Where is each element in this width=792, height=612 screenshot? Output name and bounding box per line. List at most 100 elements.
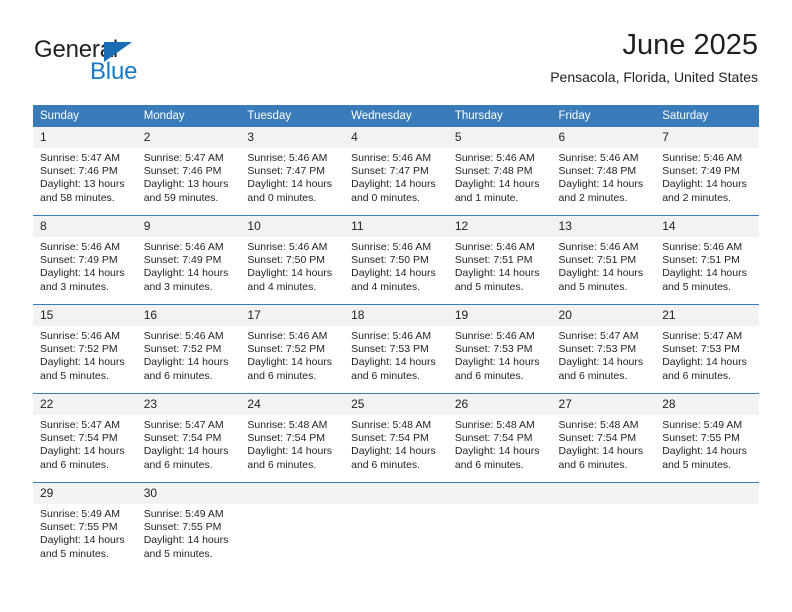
sunset-text: Sunset: 7:54 PM (40, 432, 118, 445)
weekday-header-monday: Monday (136, 105, 241, 127)
daylight-text-line1: Daylight: 14 hours (662, 267, 747, 280)
day-info: Sunrise: 5:47 AM Sunset: 7:53 PM Dayligh… (552, 326, 656, 383)
day-cell[interactable]: 14 Sunrise: 5:46 AM Sunset: 7:51 PM Dayl… (655, 215, 759, 305)
sunrise-text: Sunrise: 5:46 AM (558, 152, 639, 164)
sunset-text: Sunset: 7:49 PM (40, 254, 118, 267)
daylight-text-line2: and 5 minutes. (662, 458, 732, 471)
sunset-text: Sunset: 7:54 PM (558, 432, 637, 445)
day-cell[interactable]: 22 Sunrise: 5:47 AM Sunset: 7:54 PM Dayl… (33, 393, 137, 483)
daylight-text-line2: and 0 minutes. (351, 191, 420, 204)
day-cell[interactable]: 5 Sunrise: 5:46 AM Sunset: 7:48 PM Dayli… (447, 127, 552, 216)
day-number: 15 (33, 305, 137, 326)
day-cell[interactable]: 12 Sunrise: 5:46 AM Sunset: 7:51 PM Dayl… (447, 215, 552, 305)
daylight-text-line2: and 5 minutes. (143, 547, 213, 560)
daylight-text-line1: Daylight: 14 hours (454, 178, 540, 191)
day-info: Sunrise: 5:46 AM Sunset: 7:50 PM Dayligh… (344, 237, 448, 294)
day-cell[interactable]: 10 Sunrise: 5:46 AM Sunset: 7:50 PM Dayl… (240, 215, 345, 305)
day-number: 17 (240, 305, 345, 326)
sunset-text: Sunset: 7:47 PM (247, 165, 326, 178)
sunset-text: Sunset: 7:47 PM (351, 165, 429, 178)
day-cell[interactable]: 15 Sunrise: 5:46 AM Sunset: 7:52 PM Dayl… (33, 304, 137, 394)
day-info: Sunrise: 5:46 AM Sunset: 7:51 PM Dayligh… (552, 237, 656, 294)
day-info: Sunrise: 5:47 AM Sunset: 7:54 PM Dayligh… (33, 415, 137, 472)
daylight-text-line2: and 6 minutes. (662, 369, 732, 382)
sunset-text: Sunset: 7:54 PM (351, 432, 429, 445)
day-cell[interactable]: 21 Sunrise: 5:47 AM Sunset: 7:53 PM Dayl… (655, 304, 759, 394)
daylight-text-line1: Daylight: 14 hours (40, 267, 125, 280)
day-number: 20 (551, 305, 656, 326)
sunrise-text: Sunrise: 5:48 AM (247, 419, 328, 431)
day-info: Sunrise: 5:47 AM Sunset: 7:54 PM Dayligh… (137, 415, 241, 472)
day-cell[interactable]: 30 Sunrise: 5:49 AM Sunset: 7:55 PM Dayl… (136, 482, 241, 571)
day-number: 21 (655, 305, 759, 326)
day-number (344, 483, 448, 504)
day-cell[interactable]: 18 Sunrise: 5:46 AM Sunset: 7:53 PM Dayl… (344, 304, 448, 394)
daylight-text-line2: and 1 minute. (454, 191, 519, 204)
day-cell[interactable]: 9 Sunrise: 5:46 AM Sunset: 7:49 PM Dayli… (136, 215, 241, 305)
day-cell[interactable]: 25 Sunrise: 5:48 AM Sunset: 7:54 PM Dayl… (344, 393, 448, 483)
day-cell[interactable]: 16 Sunrise: 5:46 AM Sunset: 7:52 PM Dayl… (136, 304, 241, 394)
day-cell[interactable]: 3 Sunrise: 5:46 AM Sunset: 7:47 PM Dayli… (240, 127, 345, 216)
weekday-header-tuesday: Tuesday (240, 105, 345, 127)
daylight-text-line2: and 4 minutes. (351, 280, 420, 293)
daylight-text-line1: Daylight: 14 hours (351, 178, 436, 191)
daylight-text-line2: and 6 minutes. (558, 369, 628, 382)
page-header: General Blue June 2025 Pensacola, Florid… (0, 0, 792, 100)
sunrise-text: Sunrise: 5:46 AM (351, 241, 432, 253)
sunset-text: Sunset: 7:53 PM (662, 343, 740, 356)
day-number: 19 (447, 305, 552, 326)
day-number (551, 483, 656, 504)
day-info: Sunrise: 5:49 AM Sunset: 7:55 PM Dayligh… (33, 504, 137, 561)
day-number: 5 (447, 127, 552, 148)
daylight-text-line1: Daylight: 14 hours (558, 267, 644, 280)
daylight-text-line2: and 6 minutes. (143, 369, 213, 382)
day-cell[interactable]: 24 Sunrise: 5:48 AM Sunset: 7:54 PM Dayl… (240, 393, 345, 483)
sunrise-text: Sunrise: 5:46 AM (143, 330, 224, 342)
day-cell[interactable]: 6 Sunrise: 5:46 AM Sunset: 7:48 PM Dayli… (551, 127, 656, 216)
daylight-text-line2: and 6 minutes. (351, 369, 420, 382)
day-info: Sunrise: 5:46 AM Sunset: 7:47 PM Dayligh… (344, 148, 448, 205)
day-cell[interactable]: 13 Sunrise: 5:46 AM Sunset: 7:51 PM Dayl… (551, 215, 656, 305)
daylight-text-line1: Daylight: 14 hours (247, 356, 333, 369)
day-cell[interactable]: 29 Sunrise: 5:49 AM Sunset: 7:55 PM Dayl… (33, 482, 137, 571)
daylight-text-line2: and 3 minutes. (40, 280, 109, 293)
day-info: Sunrise: 5:46 AM Sunset: 7:52 PM Dayligh… (137, 326, 241, 383)
daylight-text-line1: Daylight: 14 hours (351, 445, 436, 458)
day-cell[interactable]: 17 Sunrise: 5:46 AM Sunset: 7:52 PM Dayl… (240, 304, 345, 394)
sunrise-text: Sunrise: 5:47 AM (558, 330, 639, 342)
day-cell[interactable]: 27 Sunrise: 5:48 AM Sunset: 7:54 PM Dayl… (551, 393, 656, 483)
day-number: 6 (551, 127, 656, 148)
weekday-header-friday: Friday (551, 105, 656, 127)
calendar-week-row: 15 Sunrise: 5:46 AM Sunset: 7:52 PM Dayl… (33, 304, 759, 394)
day-info: Sunrise: 5:46 AM Sunset: 7:47 PM Dayligh… (240, 148, 344, 205)
day-cell-empty (655, 482, 759, 571)
day-number (240, 483, 345, 504)
daylight-text-line1: Daylight: 14 hours (454, 356, 540, 369)
day-cell[interactable]: 7 Sunrise: 5:46 AM Sunset: 7:49 PM Dayli… (655, 127, 759, 216)
weekday-header-thursday: Thursday (447, 105, 552, 127)
daylight-text-line1: Daylight: 14 hours (247, 267, 333, 280)
day-cell[interactable]: 2 Sunrise: 5:47 AM Sunset: 7:46 PM Dayli… (136, 127, 241, 216)
daylight-text-line2: and 6 minutes. (247, 458, 317, 471)
day-info: Sunrise: 5:46 AM Sunset: 7:49 PM Dayligh… (33, 237, 137, 294)
sunset-text: Sunset: 7:50 PM (351, 254, 429, 267)
day-cell[interactable]: 20 Sunrise: 5:47 AM Sunset: 7:53 PM Dayl… (551, 304, 656, 394)
daylight-text-line1: Daylight: 14 hours (143, 356, 229, 369)
day-info: Sunrise: 5:46 AM Sunset: 7:48 PM Dayligh… (448, 148, 552, 205)
day-cell[interactable]: 8 Sunrise: 5:46 AM Sunset: 7:49 PM Dayli… (33, 215, 137, 305)
sunrise-text: Sunrise: 5:47 AM (143, 419, 224, 431)
calendar-week-row: 29 Sunrise: 5:49 AM Sunset: 7:55 PM Dayl… (33, 482, 759, 571)
day-cell[interactable]: 11 Sunrise: 5:46 AM Sunset: 7:50 PM Dayl… (344, 215, 448, 305)
day-cell[interactable]: 4 Sunrise: 5:46 AM Sunset: 7:47 PM Dayli… (344, 127, 448, 216)
sunset-text: Sunset: 7:52 PM (247, 343, 326, 356)
day-cell[interactable]: 23 Sunrise: 5:47 AM Sunset: 7:54 PM Dayl… (136, 393, 241, 483)
day-number: 13 (551, 216, 656, 237)
daylight-text-line1: Daylight: 14 hours (143, 445, 229, 458)
day-cell[interactable]: 1 Sunrise: 5:47 AM Sunset: 7:46 PM Dayli… (33, 127, 137, 216)
day-cell[interactable]: 28 Sunrise: 5:49 AM Sunset: 7:55 PM Dayl… (655, 393, 759, 483)
day-info: Sunrise: 5:46 AM Sunset: 7:49 PM Dayligh… (655, 148, 759, 205)
daylight-text-line2: and 5 minutes. (454, 280, 524, 293)
day-cell[interactable]: 19 Sunrise: 5:46 AM Sunset: 7:53 PM Dayl… (447, 304, 552, 394)
sunset-text: Sunset: 7:54 PM (247, 432, 326, 445)
day-cell[interactable]: 26 Sunrise: 5:48 AM Sunset: 7:54 PM Dayl… (447, 393, 552, 483)
